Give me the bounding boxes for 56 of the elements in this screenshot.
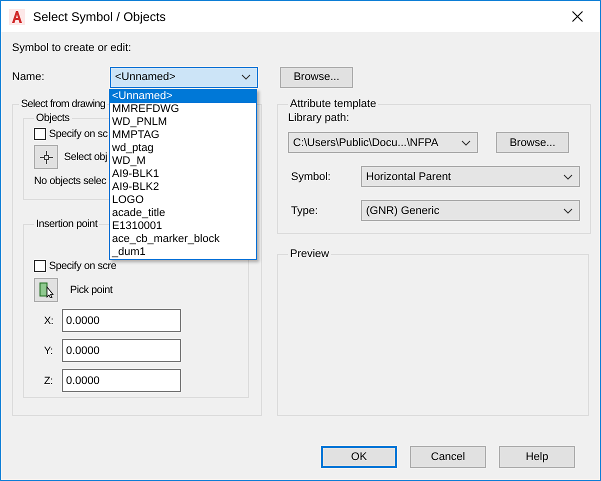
crosshair-icon xyxy=(40,150,52,164)
select-objects-label: Select obj xyxy=(64,151,108,163)
group-title: Preview xyxy=(289,248,330,260)
crosshair-button[interactable] xyxy=(34,145,58,169)
pick-point-icon xyxy=(38,282,54,298)
status-text: No objects selec xyxy=(34,175,106,187)
dropdown-option[interactable]: E1310001 xyxy=(110,220,256,233)
dropdown-option[interactable]: _dum1 xyxy=(110,246,256,259)
checkbox[interactable] xyxy=(34,128,46,140)
coordinate-label: Y: xyxy=(44,344,54,356)
checkbox[interactable] xyxy=(34,260,46,272)
group-title: Insertion point xyxy=(35,218,99,230)
dropdown-option[interactable]: AI9-BLK2 xyxy=(110,181,256,194)
checkbox-label[interactable]: Specify on scre xyxy=(49,260,116,272)
dropdown-option[interactable]: WD_M xyxy=(110,155,256,168)
coordinate-label: X: xyxy=(44,314,54,326)
chevron-down-icon xyxy=(563,208,573,214)
dropdown-option[interactable]: WD_PNLM xyxy=(110,116,256,129)
close-icon[interactable] xyxy=(572,11,583,22)
field-label: Library path: xyxy=(288,112,350,124)
name-dropdown[interactable]: <Unnamed> xyxy=(110,66,258,88)
pick-point-button[interactable] xyxy=(34,278,58,302)
checkbox-label[interactable]: Specify on sc xyxy=(49,128,108,140)
dropdown-option[interactable]: <Unnamed> xyxy=(110,90,256,103)
dropdown-option[interactable]: MMREFDWG xyxy=(110,103,256,116)
browse-button[interactable]: Browse... xyxy=(280,66,353,88)
section-heading: Symbol to create or edit: xyxy=(12,42,132,54)
dropdown-option[interactable]: MMPTAG xyxy=(110,129,256,142)
field-label: Symbol: xyxy=(290,170,332,182)
type-dropdown[interactable]: (GNR) Generic xyxy=(361,200,580,221)
dropdown-option[interactable]: LOGO xyxy=(110,194,256,207)
dropdown-option[interactable]: wd_ptag xyxy=(110,142,256,155)
group-title: Attribute template xyxy=(289,98,378,110)
group-title: Select from drawing xyxy=(20,98,106,110)
field-label: Type: xyxy=(290,204,319,216)
chevron-down-icon xyxy=(241,74,251,80)
chevron-down-icon xyxy=(563,174,573,180)
window-title: Select Symbol / Objects xyxy=(33,10,167,24)
coordinate-label: Z: xyxy=(44,374,54,386)
coordinate-field[interactable]: 0.0000 xyxy=(62,339,181,362)
group-title: Objects xyxy=(35,112,70,124)
symbol-dropdown[interactable]: Horizontal Parent xyxy=(361,166,580,187)
coordinate-field[interactable]: 0.0000 xyxy=(62,309,181,332)
chevron-down-icon xyxy=(461,140,471,146)
pick-point-label: Pick point xyxy=(70,284,113,296)
dialog-button[interactable]: Help xyxy=(499,446,575,468)
dropdown-option[interactable]: acade_title xyxy=(110,207,256,220)
dialog-button[interactable]: Cancel xyxy=(410,446,486,468)
dropdown-option[interactable]: AI9-BLK1 xyxy=(110,168,256,181)
field-label: Name: xyxy=(12,71,46,83)
coordinate-field[interactable]: 0.0000 xyxy=(62,369,181,392)
dialog-button[interactable]: OK xyxy=(321,446,397,468)
browse-button[interactable]: Browse... xyxy=(496,132,569,153)
library-path-dropdown[interactable]: C:\Users\Public\Docu...\NFPA xyxy=(288,132,478,153)
dropdown-option[interactable]: ace_cb_marker_block xyxy=(110,233,256,246)
app-logo-icon xyxy=(9,8,25,24)
